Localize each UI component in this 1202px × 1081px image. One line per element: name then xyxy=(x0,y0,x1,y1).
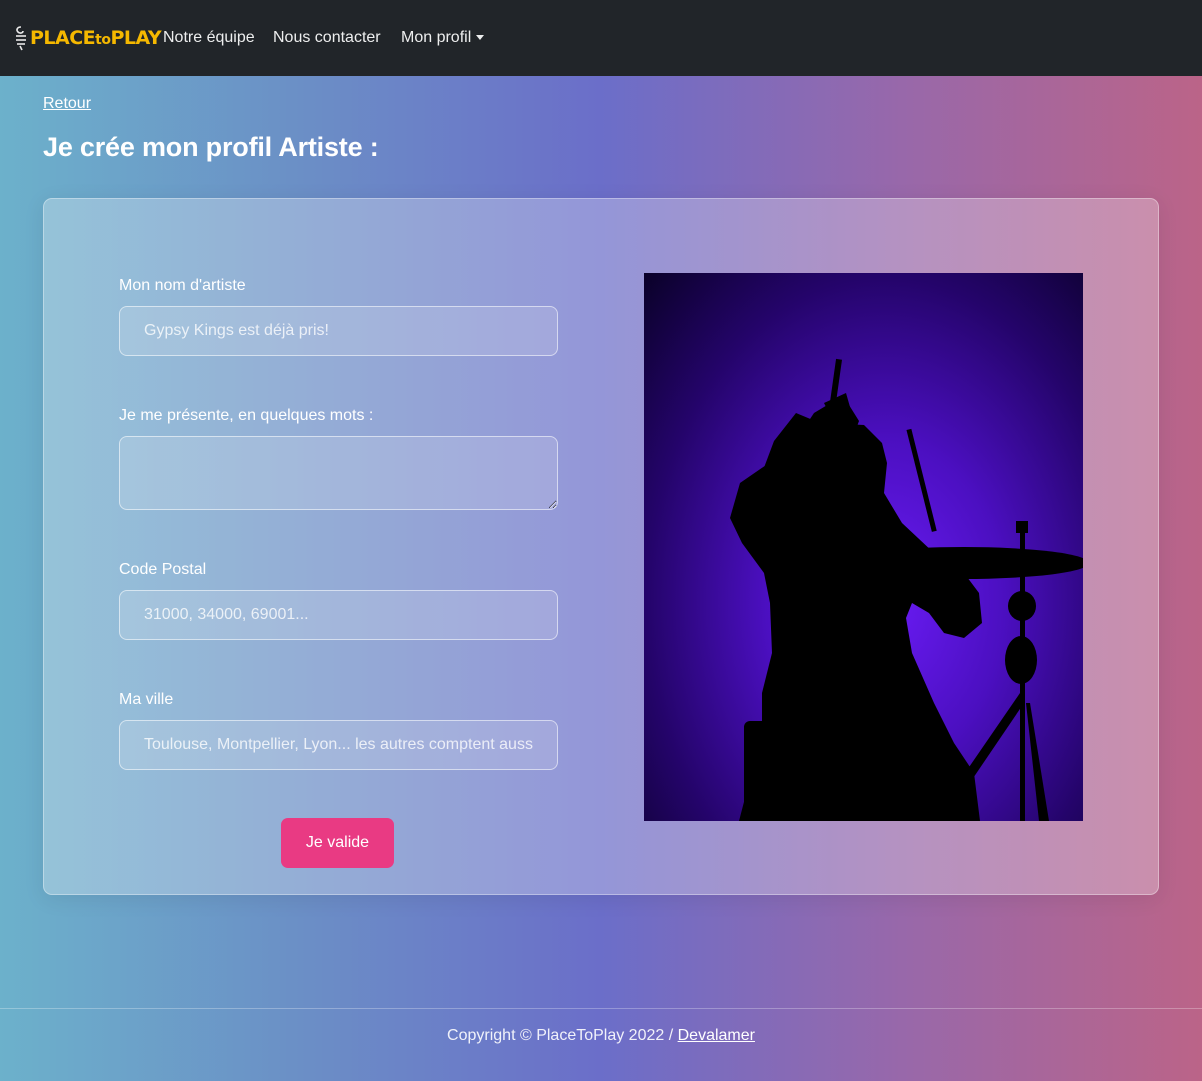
placetoplay-logo-icon xyxy=(16,26,26,51)
top-navbar: PLACEtoPLAY Notre équipe Nous contacter … xyxy=(0,0,1202,76)
city-input[interactable] xyxy=(119,720,558,770)
nav-dropdown-profile[interactable]: Mon profil xyxy=(401,28,485,48)
footer-divider xyxy=(0,1008,1202,1009)
drummer-silhouette-image xyxy=(730,358,1083,821)
author-link[interactable]: Devalamer xyxy=(678,1027,755,1044)
bio-textarea[interactable] xyxy=(119,436,558,510)
postal-code-input[interactable] xyxy=(119,590,558,640)
bio-label: Je me présente, en quelques mots : xyxy=(119,407,374,424)
artist-name-label: Mon nom d'artiste xyxy=(119,277,246,294)
nav-link-contact[interactable]: Nous contacter xyxy=(273,28,381,48)
artist-profile-card: Mon nom d'artiste Je me présente, en que… xyxy=(43,198,1159,895)
brand-logo[interactable]: PLACEtoPLAY xyxy=(14,22,162,54)
submit-button[interactable]: Je valide xyxy=(281,818,394,868)
copyright-text: Copyright © PlaceToPlay 2022 / xyxy=(447,1027,678,1044)
artist-name-input[interactable] xyxy=(119,306,558,356)
nav-profile-label: Mon profil xyxy=(401,29,472,46)
page-footer: Copyright © PlaceToPlay 2022 / Devalamer xyxy=(0,1027,1202,1045)
brand-prefix: PLACE xyxy=(30,26,96,49)
nav-link-team[interactable]: Notre équipe xyxy=(163,28,255,48)
drummer-photo xyxy=(644,273,1083,821)
city-label: Ma ville xyxy=(119,691,174,708)
postal-code-label: Code Postal xyxy=(119,561,207,578)
brand-suffix: PLAY xyxy=(110,26,162,49)
brand-wordmark: PLACEtoPLAY xyxy=(30,26,162,49)
caret-down-icon xyxy=(476,34,485,40)
back-link[interactable]: Retour xyxy=(43,95,91,113)
page-title: Je crée mon profil Artiste : xyxy=(43,132,379,162)
brand-middle: to xyxy=(95,31,111,48)
